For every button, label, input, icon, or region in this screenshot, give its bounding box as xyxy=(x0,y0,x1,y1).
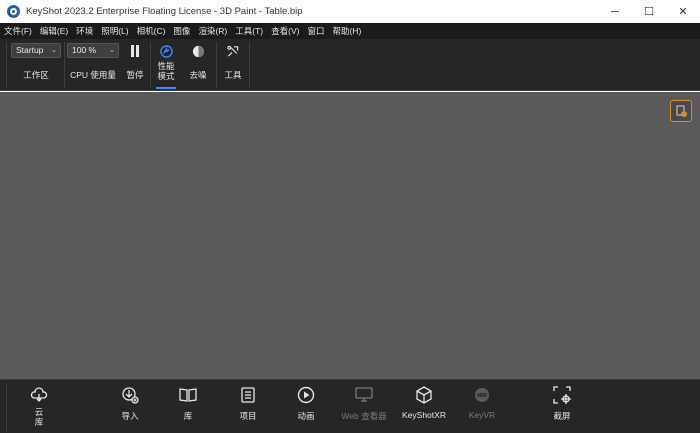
project-list-icon xyxy=(239,386,257,404)
denoise-icon[interactable] xyxy=(189,43,207,59)
screenshot-crosshair-icon xyxy=(553,386,571,404)
keyshot-logo-icon xyxy=(7,5,20,18)
library-button[interactable]: 库 xyxy=(172,380,204,433)
menu-image[interactable]: 图像 xyxy=(173,25,190,37)
menu-edit[interactable]: 编辑(E) xyxy=(40,25,68,37)
cpu-usage-label: CPU 使用量 xyxy=(70,70,116,80)
import-icon xyxy=(121,386,139,404)
chevron-down-icon: ⌄ xyxy=(51,47,57,54)
cpu-usage-value: 100 % xyxy=(72,45,97,55)
workspace-label: 工作区 xyxy=(23,70,49,80)
project-button[interactable]: 项目 xyxy=(232,380,264,433)
performance-mode-label-line1: 性能 xyxy=(157,61,175,71)
toolbar-separator xyxy=(6,42,7,88)
performance-mode-icon[interactable] xyxy=(157,43,175,59)
monitor-icon xyxy=(355,386,373,404)
import-button[interactable]: 导入 xyxy=(114,380,146,433)
render-viewport[interactable] xyxy=(0,92,700,379)
title-bar: KeyShot 2023.2 Enterprise Floating Licen… xyxy=(0,0,700,23)
performance-mode-label-line2: 模式 xyxy=(157,71,175,81)
menu-tools[interactable]: 工具(T) xyxy=(235,25,263,37)
tools-icon[interactable] xyxy=(224,43,242,59)
animation-label: 动画 xyxy=(297,411,315,421)
menu-file[interactable]: 文件(F) xyxy=(4,25,32,37)
maximize-button[interactable]: ☐ xyxy=(632,0,666,23)
cloud-library-label: 云 库 xyxy=(35,407,44,427)
menu-environment[interactable]: 环境 xyxy=(76,25,93,37)
vr-headset-icon xyxy=(473,386,491,404)
workspace-select[interactable]: Startup ⌄ xyxy=(11,43,61,58)
screenshot-button[interactable]: 截屏 xyxy=(546,380,578,433)
menu-help[interactable]: 帮助(H) xyxy=(332,25,361,37)
bottom-ribbon: 云 库 导入 库 项目 动画 Web 查看器 KeyShotXR KeyVR 截… xyxy=(0,379,700,433)
ribbon-separator xyxy=(6,383,7,431)
render-lock-icon[interactable] xyxy=(670,100,692,122)
toolbar-separator xyxy=(249,42,250,88)
menu-bar: 文件(F) 编辑(E) 环境 照明(L) 相机(C) 图像 渲染(R) 工具(T… xyxy=(0,23,700,39)
menu-camera[interactable]: 相机(C) xyxy=(137,25,166,37)
library-label: 库 xyxy=(183,411,193,421)
pause-label: 暂停 xyxy=(126,70,144,80)
toolbar-separator xyxy=(64,42,65,88)
keyshotxr-label: KeyShotXR xyxy=(402,410,446,420)
menu-view[interactable]: 查看(V) xyxy=(271,25,299,37)
close-button[interactable]: ✕ xyxy=(666,0,700,23)
cloud-label-line2: 库 xyxy=(34,417,44,427)
keyvr-label: KeyVR xyxy=(468,410,496,420)
cloud-icon xyxy=(30,386,48,404)
cloud-library-button[interactable]: 云 库 xyxy=(22,380,56,433)
cloud-label-line1: 云 xyxy=(34,407,44,417)
web-viewer-label: Web 查看器 xyxy=(341,411,387,421)
menu-lighting[interactable]: 照明(L) xyxy=(101,25,128,37)
minimize-button[interactable]: ─ xyxy=(598,0,632,23)
web-viewer-button[interactable]: Web 查看器 xyxy=(336,380,392,433)
keyshotxr-button[interactable]: KeyShotXR xyxy=(396,380,452,433)
play-circle-icon xyxy=(297,386,315,404)
window-controls: ─ ☐ ✕ xyxy=(598,0,700,23)
performance-mode-label: 性能 模式 xyxy=(152,61,180,81)
active-indicator xyxy=(156,87,176,89)
menu-render[interactable]: 渲染(R) xyxy=(198,25,227,37)
screenshot-label: 截屏 xyxy=(553,411,571,421)
tools-label: 工具 xyxy=(224,70,242,80)
cube-icon xyxy=(415,386,433,404)
window-title: KeyShot 2023.2 Enterprise Floating Licen… xyxy=(26,6,303,17)
workspace-value: Startup xyxy=(16,45,44,55)
book-icon xyxy=(178,386,198,404)
import-label: 导入 xyxy=(121,411,139,421)
denoise-label: 去噪 xyxy=(189,70,207,80)
toolbar-separator xyxy=(150,42,151,88)
cpu-usage-select[interactable]: 100 % ⌄ xyxy=(67,43,119,58)
top-toolbar: Startup ⌄ 工作区 100 % ⌄ CPU 使用量 暂停 性能 模式 去… xyxy=(0,39,700,91)
pause-icon[interactable] xyxy=(126,43,144,59)
project-label: 项目 xyxy=(239,411,257,421)
chevron-down-icon: ⌄ xyxy=(109,47,115,54)
toolbar-separator xyxy=(216,42,217,88)
animation-button[interactable]: 动画 xyxy=(290,380,322,433)
keyvr-button[interactable]: KeyVR xyxy=(462,380,502,433)
menu-window[interactable]: 窗口 xyxy=(307,25,324,37)
